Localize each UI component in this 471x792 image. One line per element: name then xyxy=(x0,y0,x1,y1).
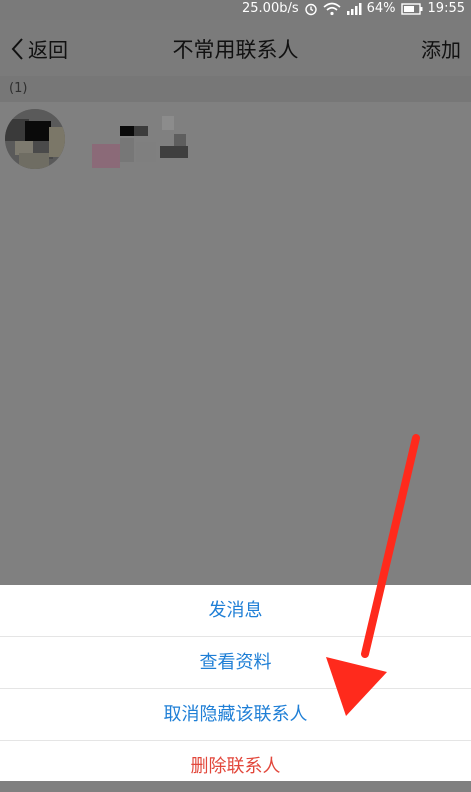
signal-icon xyxy=(346,2,362,15)
action-sheet: 发消息 查看资料 取消隐藏该联系人 删除联系人 xyxy=(0,585,471,781)
status-right: 25.00b/s 64% 19:55 xyxy=(242,1,465,16)
avatar xyxy=(5,109,65,169)
contact-name-redacted xyxy=(92,116,192,168)
delete-contact-button[interactable]: 删除联系人 xyxy=(0,741,471,792)
battery-percent: 64% xyxy=(366,1,396,16)
group-header: (1) xyxy=(0,76,471,102)
send-message-button[interactable]: 发消息 xyxy=(0,585,471,637)
contact-row[interactable] xyxy=(0,102,471,174)
battery-icon xyxy=(400,2,423,15)
unhide-contact-button[interactable]: 取消隐藏该联系人 xyxy=(0,689,471,741)
nav-bar: 返回 不常用联系人 添加 xyxy=(0,20,471,76)
add-button[interactable]: 添加 xyxy=(421,34,461,63)
group-count: (1) xyxy=(9,81,28,96)
network-speed: 25.00b/s xyxy=(242,1,299,16)
clock-time: 19:55 xyxy=(427,1,465,16)
alarm-icon xyxy=(304,3,317,15)
page-title: 不常用联系人 xyxy=(172,38,299,62)
screen: 25.00b/s 64% 19:55 返回 不常用联系人 添加 (1) 发消息 … xyxy=(0,0,471,781)
status-bar: 25.00b/s 64% 19:55 xyxy=(0,0,471,20)
view-profile-button[interactable]: 查看资料 xyxy=(0,637,471,689)
dimmed-backdrop[interactable] xyxy=(0,174,471,584)
wifi-icon xyxy=(323,2,341,15)
